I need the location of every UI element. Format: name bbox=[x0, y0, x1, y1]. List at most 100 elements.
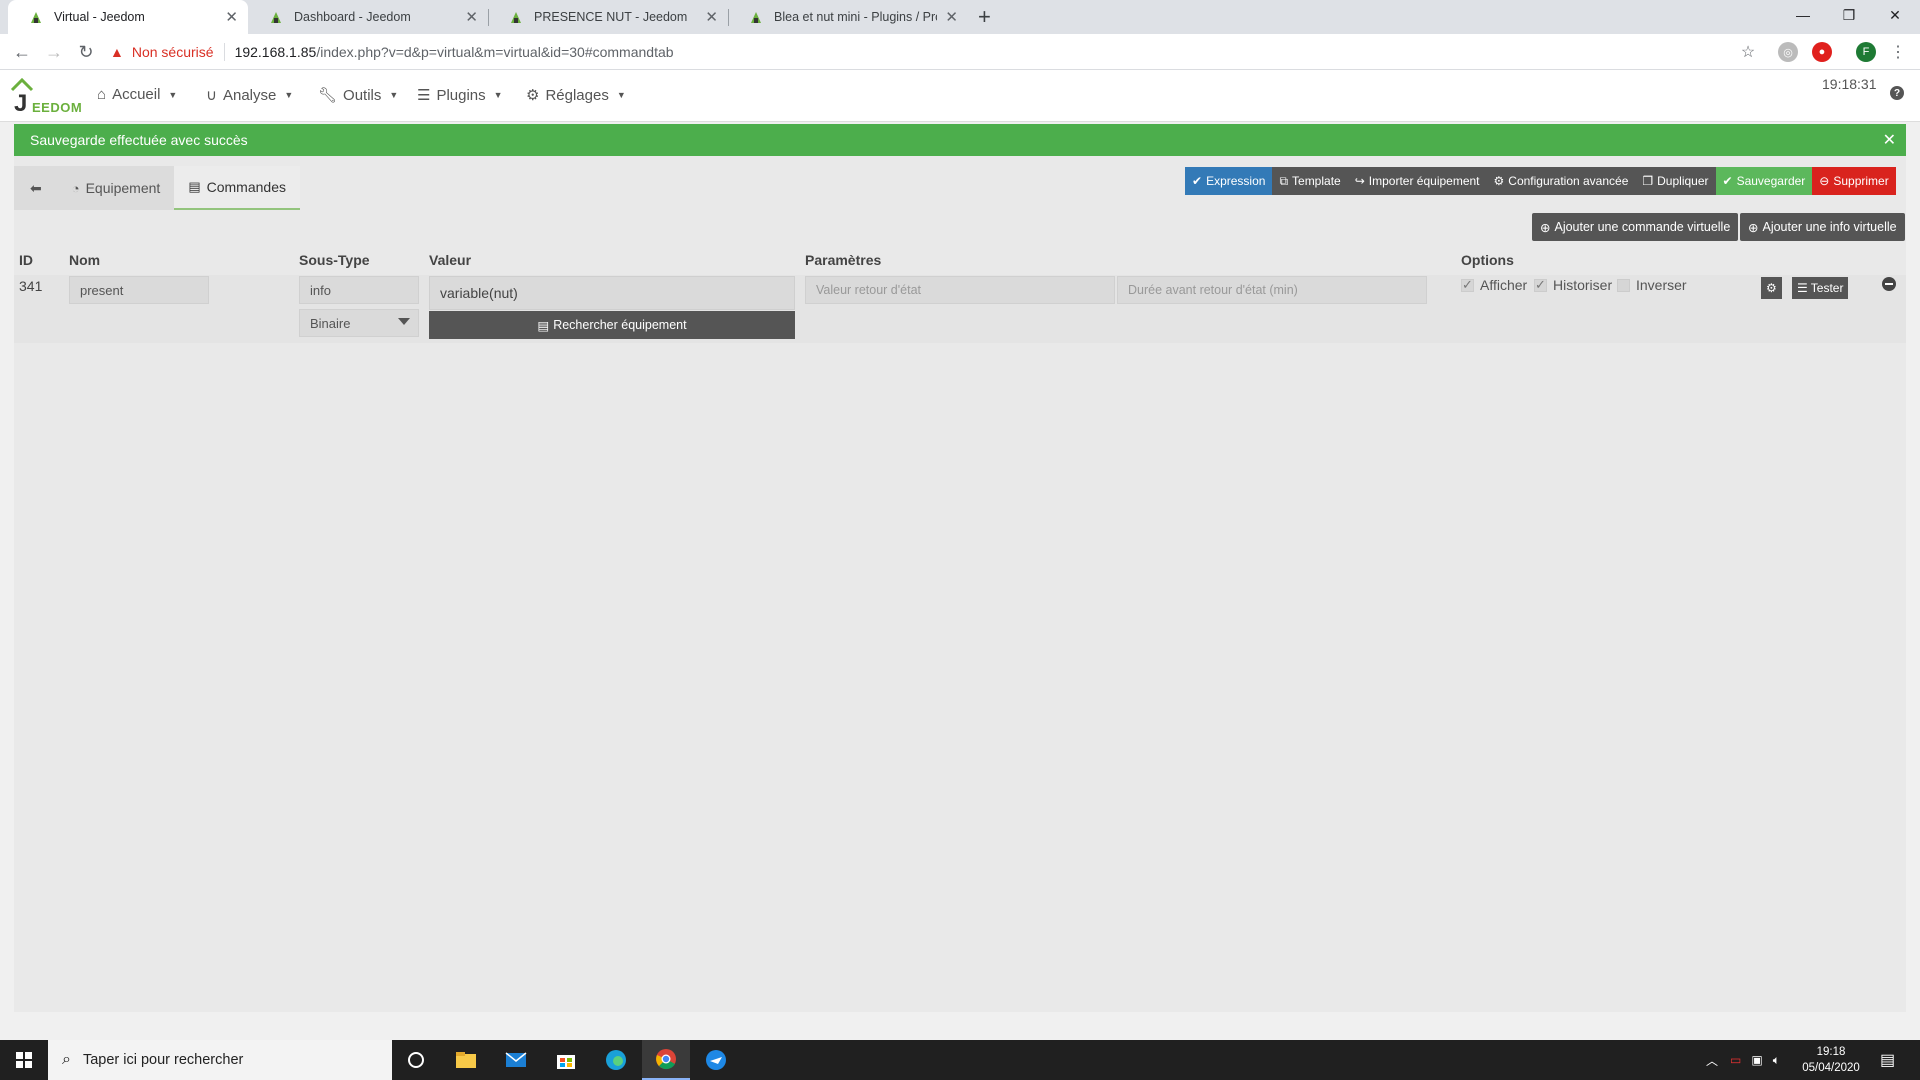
option-historiser[interactable]: Historiser bbox=[1534, 277, 1612, 293]
list-alt-icon: ▤ bbox=[188, 179, 201, 194]
forward-arrow-icon[interactable]: → bbox=[42, 40, 66, 64]
address-bar[interactable]: ▲ Non sécurisé 192.168.1.85/index.php?v=… bbox=[110, 37, 1750, 67]
jeedom-logo[interactable]: J EEDOM bbox=[8, 76, 83, 117]
browser-tab-presence[interactable]: PRESENCE NUT - Jeedom ✕ bbox=[488, 0, 728, 34]
subtype-select[interactable]: Binaire bbox=[299, 309, 419, 337]
help-icon[interactable]: ? bbox=[1890, 86, 1904, 100]
chrome-menu-icon[interactable]: ⋮ bbox=[1886, 40, 1910, 64]
cortana-icon[interactable] bbox=[392, 1040, 440, 1080]
menu-analyse[interactable]: ∪ Analyse ▼ bbox=[206, 86, 293, 105]
save-button[interactable]: ✔ Sauvegarder bbox=[1715, 167, 1813, 195]
edge-icon[interactable] bbox=[592, 1040, 640, 1080]
browser-tab-title: Blea et nut mini - Plugins / Proto bbox=[774, 10, 938, 24]
home-icon: ⌂ bbox=[97, 86, 107, 103]
close-icon[interactable]: ✕ bbox=[1883, 130, 1896, 150]
expression-button[interactable]: ✔ Expression bbox=[1185, 167, 1273, 195]
jeedom-navbar: J EEDOM ⌂ Accueil ▼ ∪ Analyse ▼ 🔧︎ Outils ▼ ☰ P… bbox=[0, 70, 1920, 122]
mail-icon[interactable] bbox=[492, 1040, 540, 1080]
star-bookmark-icon[interactable]: ☆ bbox=[1736, 40, 1760, 64]
close-icon[interactable]: ✕ bbox=[705, 8, 718, 26]
menu-plugins[interactable]: ☰ Plugins ▼ bbox=[417, 86, 503, 105]
reload-icon[interactable]: ↻ bbox=[74, 40, 98, 64]
chevron-up-icon[interactable]: ︿ bbox=[1706, 1052, 1718, 1069]
tab-equipement[interactable]: ◔ Equipement bbox=[57, 166, 175, 210]
add-virtual-command-button[interactable]: ⊕ Ajouter une commande virtuelle bbox=[1532, 213, 1739, 241]
rss-icon: ☰ bbox=[1797, 281, 1808, 295]
warning-icon: ▲ bbox=[110, 44, 124, 60]
close-icon[interactable]: ✕ bbox=[225, 8, 238, 26]
store-icon[interactable] bbox=[542, 1040, 590, 1080]
header-id: ID bbox=[19, 252, 33, 268]
browser-tab-virtual[interactable]: Virtual - Jeedom ✕ bbox=[8, 0, 248, 34]
option-afficher[interactable]: Afficher bbox=[1461, 277, 1527, 293]
tab-commandes[interactable]: ▤ Commandes bbox=[174, 166, 300, 210]
extension-icon[interactable]: ◎ bbox=[1778, 42, 1798, 62]
list-icon: ☰ bbox=[417, 87, 431, 104]
import-equipment-button[interactable]: ↪ Importer équipement bbox=[1347, 167, 1487, 195]
jeedom-favicon-icon bbox=[748, 9, 764, 25]
menu-outils[interactable]: 🔧︎ Outils ▼ bbox=[318, 86, 398, 105]
windows-logo-icon bbox=[16, 1052, 32, 1068]
history-checkbox[interactable] bbox=[1534, 277, 1547, 293]
value-textarea[interactable]: variable(nut) bbox=[429, 276, 795, 310]
browser-tabbar: Virtual - Jeedom ✕ Dashboard - Jeedom ✕ … bbox=[0, 0, 1920, 34]
close-icon[interactable]: ✕ bbox=[945, 8, 958, 26]
display-checkbox[interactable] bbox=[1461, 277, 1474, 293]
back-arrow-icon[interactable]: ← bbox=[10, 40, 34, 64]
battery-icon[interactable]: ▭ bbox=[1730, 1053, 1741, 1067]
header-params: Paramètres bbox=[805, 252, 882, 268]
command-config-button[interactable]: ⚙ bbox=[1761, 277, 1782, 299]
new-tab-plus-icon[interactable]: + bbox=[978, 4, 991, 30]
header-options: Options bbox=[1461, 252, 1514, 268]
chrome-icon[interactable] bbox=[642, 1040, 690, 1080]
jeedom-favicon-icon bbox=[28, 9, 44, 25]
caret-down-icon: ▼ bbox=[493, 90, 503, 100]
notifications-icon[interactable]: ▤ bbox=[1880, 1040, 1895, 1080]
browser-tab-title: Dashboard - Jeedom bbox=[294, 10, 411, 24]
return-state-value-input[interactable]: Valeur retour d'état bbox=[805, 276, 1115, 304]
advanced-config-button[interactable]: ⚙ Configuration avancée bbox=[1486, 167, 1636, 195]
check-circle-icon: ✔ bbox=[1722, 174, 1733, 188]
minimize-icon[interactable]: — bbox=[1780, 0, 1826, 30]
menu-accueil[interactable]: ⌂ Accueil ▼ bbox=[97, 86, 177, 103]
volume-icon[interactable]: 🔈︎ bbox=[1773, 1053, 1780, 1068]
duplicate-button[interactable]: ❐ Dupliquer bbox=[1635, 167, 1716, 195]
remove-command-icon[interactable] bbox=[1882, 277, 1896, 291]
delete-button[interactable]: ⊖ Supprimer bbox=[1812, 167, 1896, 195]
restore-icon[interactable]: ❐ bbox=[1826, 0, 1872, 30]
cogs-icon: ⚙ bbox=[1766, 281, 1777, 295]
search-equipment-button[interactable]: ▤ Rechercher équipement bbox=[429, 311, 795, 339]
adblock-icon[interactable]: ● bbox=[1812, 42, 1832, 62]
add-virtual-info-button[interactable]: ⊕ Ajouter une info virtuelle bbox=[1740, 213, 1905, 241]
command-name-input[interactable]: present bbox=[69, 276, 209, 304]
windows-start-button[interactable] bbox=[0, 1040, 48, 1080]
profile-avatar[interactable]: F bbox=[1856, 42, 1876, 62]
jeedom-favicon-icon bbox=[268, 9, 284, 25]
url-text: 192.168.1.85/index.php?v=d&p=virtual&m=v… bbox=[235, 44, 674, 60]
cogs-icon: ⚙ bbox=[1493, 174, 1505, 188]
gear-icon: ⚙ bbox=[526, 87, 540, 104]
taskbar-clock[interactable]: 19:18 05/04/2020 bbox=[1796, 1044, 1866, 1076]
return-state-delay-input[interactable]: Durée avant retour d'état (min) bbox=[1117, 276, 1427, 304]
plus-circle-icon: ⊕ bbox=[1540, 220, 1551, 235]
invert-checkbox[interactable] bbox=[1617, 278, 1630, 292]
template-button[interactable]: ⧉ Template bbox=[1272, 167, 1348, 195]
app-icon[interactable] bbox=[692, 1040, 740, 1080]
equipment-tabs: ⬅ ◔ Equipement ▤ Commandes bbox=[14, 166, 300, 210]
option-inverser[interactable]: Inverser bbox=[1617, 277, 1687, 293]
close-icon[interactable]: ✕ bbox=[465, 8, 478, 26]
taskbar-search[interactable]: ⌕ Taper ici pour rechercher bbox=[48, 1040, 392, 1080]
menu-reglages[interactable]: ⚙ Réglages ▼ bbox=[526, 86, 626, 105]
share-icon: ↪ bbox=[1354, 174, 1365, 188]
command-type-field[interactable]: info bbox=[299, 276, 419, 304]
test-button[interactable]: ☰ Tester bbox=[1792, 277, 1849, 299]
url-path: /index.php?v=d&p=virtual&m=virtual&id=30… bbox=[316, 44, 674, 60]
tab-back[interactable]: ⬅ bbox=[14, 166, 58, 210]
browser-tab-dashboard[interactable]: Dashboard - Jeedom ✕ bbox=[248, 0, 488, 34]
browser-tab-blea[interactable]: Blea et nut mini - Plugins / Proto ✕ bbox=[728, 0, 968, 34]
network-icon[interactable]: ▣ bbox=[1751, 1053, 1762, 1067]
wrench-icon: 🔧︎ bbox=[318, 87, 338, 104]
logo-text: EEDOM bbox=[32, 100, 83, 115]
file-explorer-icon[interactable] bbox=[442, 1040, 490, 1080]
window-close-icon[interactable]: ✕ bbox=[1872, 0, 1918, 30]
